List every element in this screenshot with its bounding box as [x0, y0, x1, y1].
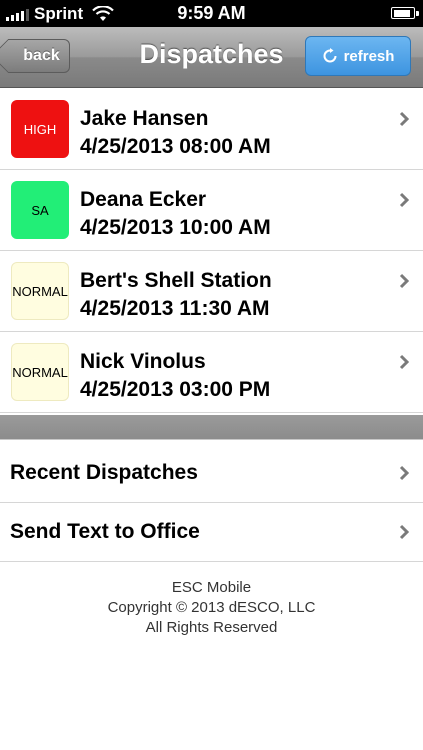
refresh-button[interactable]: refresh: [305, 36, 411, 76]
section-divider: [0, 415, 423, 440]
footer: ESC Mobile Copyright © 2013 dESCO, LLC A…: [0, 578, 423, 638]
dispatch-datetime: 4/25/2013 08:00 AM: [80, 135, 271, 158]
priority-badge: NORMAL: [11, 343, 69, 401]
chevron-right-icon: [399, 354, 409, 370]
menu-item-label: Send Text to Office: [10, 520, 200, 543]
status-time: 9:59 AM: [177, 3, 246, 23]
navigation-bar: back Dispatches refresh: [0, 27, 423, 88]
chevron-right-icon: [399, 524, 409, 540]
back-button-label: back: [23, 47, 60, 64]
chevron-right-icon: [399, 111, 409, 127]
chevron-right-icon: [399, 192, 409, 208]
copyright: Copyright © 2013 dESCO, LLC: [107, 599, 316, 616]
priority-badge: SA: [11, 181, 69, 239]
dispatch-datetime: 4/25/2013 10:00 AM: [80, 216, 271, 239]
chevron-right-icon: [399, 273, 409, 289]
refresh-icon: [323, 48, 337, 63]
dispatch-datetime: 4/25/2013 03:00 PM: [80, 378, 271, 401]
dispatch-name: Deana Ecker: [80, 188, 207, 211]
battery-fill: [393, 9, 410, 17]
dispatch-name: Jake Hansen: [80, 107, 209, 130]
dispatch-row-deana-ecker[interactable]: SA Deana Ecker 4/25/2013 10:00 AM: [0, 170, 423, 251]
dispatch-row-jake-hansen[interactable]: HIGH Jake Hansen 4/25/2013 08:00 AM: [0, 89, 423, 170]
dispatch-datetime: 4/25/2013 11:30 AM: [80, 297, 270, 320]
dispatch-name: Nick Vinolus: [80, 350, 206, 373]
refresh-button-label: refresh: [343, 47, 395, 65]
chevron-right-icon: [399, 465, 409, 481]
dispatch-row-nick-vinolus[interactable]: NORMAL Nick Vinolus 4/25/2013 03:00 PM: [0, 332, 423, 413]
recent-dispatches-item[interactable]: Recent Dispatches: [0, 444, 423, 503]
app-name: ESC Mobile: [171, 579, 252, 596]
priority-badge: HIGH: [11, 100, 69, 158]
rights-reserved: All Rights Reserved: [145, 619, 278, 636]
battery-icon: [391, 7, 419, 19]
status-bar: Sprint 9:59 AM: [0, 0, 423, 27]
dispatch-list: HIGH Jake Hansen 4/25/2013 08:00 AM SA D…: [0, 89, 423, 413]
dispatch-name: Bert's Shell Station: [80, 269, 272, 292]
priority-badge: NORMAL: [11, 262, 69, 320]
send-text-to-office-item[interactable]: Send Text to Office: [0, 503, 423, 562]
menu-list: Recent Dispatches Send Text to Office: [0, 444, 423, 562]
menu-item-label: Recent Dispatches: [10, 461, 198, 484]
dispatch-row-berts-shell-station[interactable]: NORMAL Bert's Shell Station 4/25/2013 11…: [0, 251, 423, 332]
